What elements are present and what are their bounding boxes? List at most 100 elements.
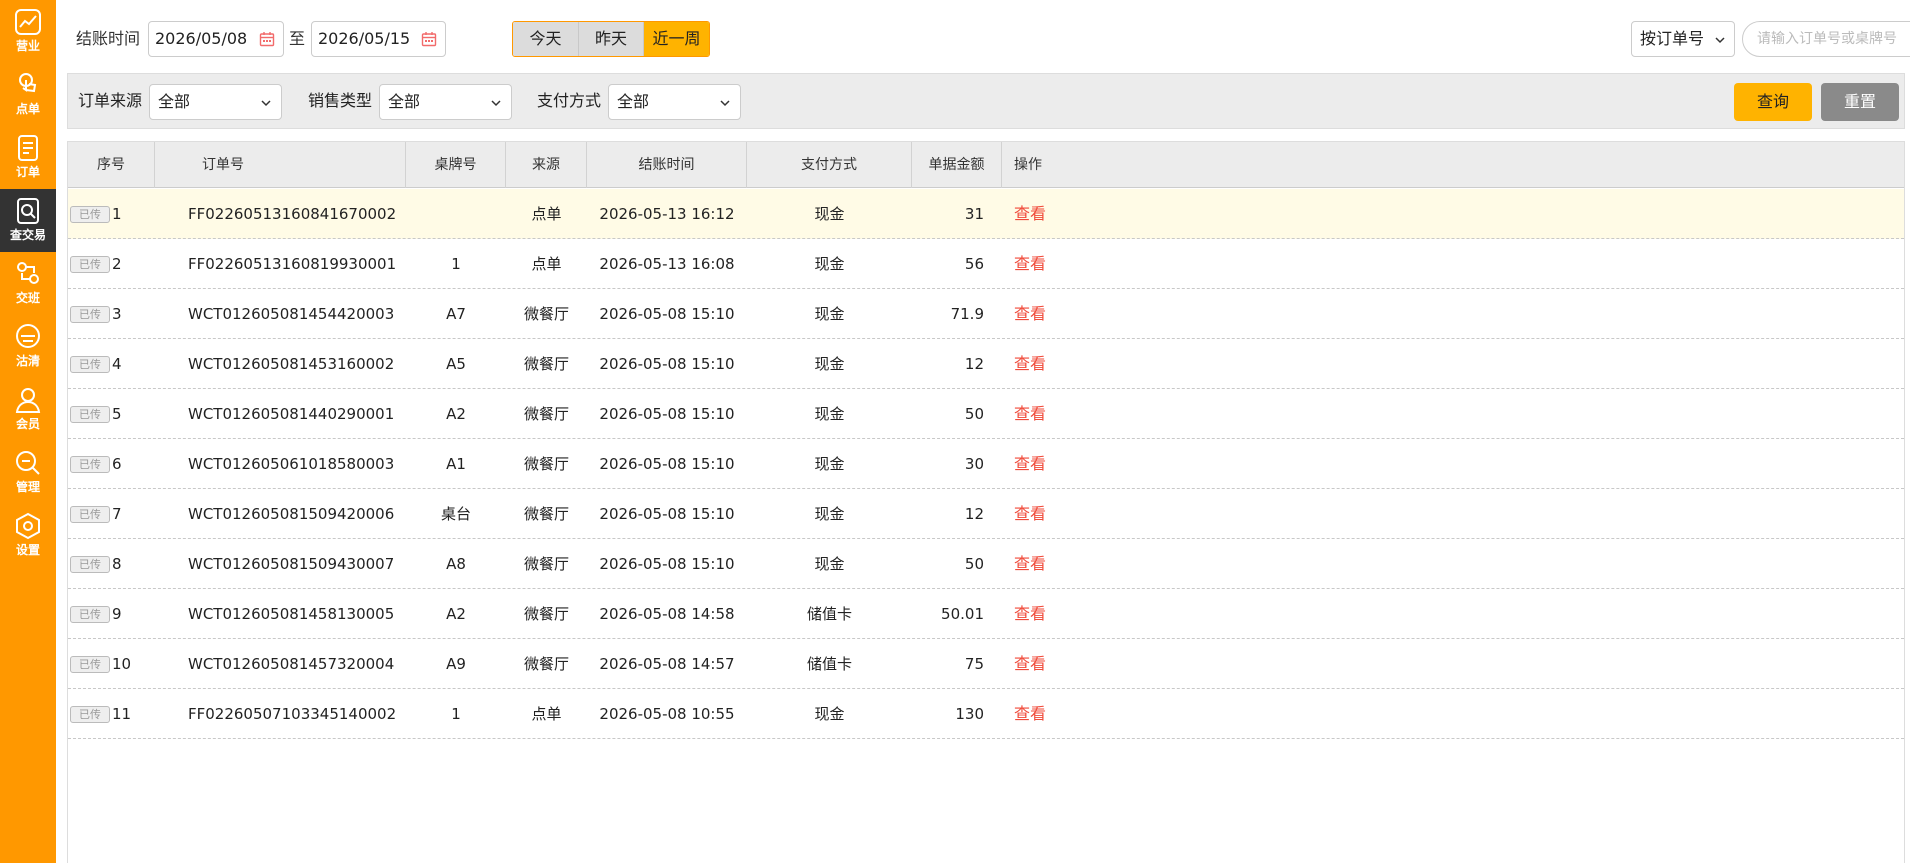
cell-payment-method: 现金 (814, 355, 845, 373)
cell-table-number (406, 189, 506, 239)
cell-order-number: WCT012605081454420003 (188, 305, 395, 323)
cell-payment-method: 现金 (814, 255, 845, 273)
cell-checkout-time: 2026-05-08 14:57 (599, 655, 735, 673)
cell-source: 微餐厅 (523, 455, 569, 473)
column-header-amount: 单据金额 (912, 142, 1002, 188)
cell-order-number: WCT012605081458130005 (188, 605, 395, 623)
cell-order-number: FF02260513160841670002 (188, 205, 397, 223)
toolbar: 结账时间 2026/05/08 至 2026/05/15 今天 昨天 近一周 按… (56, 0, 1910, 70)
reset-button[interactable]: 重置 (1821, 83, 1899, 121)
uploaded-badge: 已传 (70, 206, 110, 223)
view-link[interactable]: 查看 (1014, 639, 1046, 689)
search-placeholder: 请输入订单号或桌牌号 (1757, 31, 1897, 47)
sidebar-item-orders[interactable]: 订单 (0, 126, 56, 189)
sidebar-item-label: 订单 (15, 165, 40, 179)
sales-type-select[interactable]: 全部 (379, 84, 512, 120)
end-date-value: 2026/05/15 (318, 29, 411, 48)
cell-index: 1 (112, 205, 122, 223)
range-today-button[interactable]: 今天 (513, 22, 579, 56)
cell-table-number: A5 (446, 355, 466, 373)
table-row[interactable]: 已传 7 WCT012605081509420006 桌台 微餐厅 2026-05-08 … (68, 489, 1904, 539)
cell-table-number: A7 (446, 305, 466, 323)
search-type-select[interactable]: 按订单号 (1631, 21, 1735, 57)
table-row[interactable]: 已传 3 WCT012605081454420003 A7 微餐厅 2026-05-08 … (68, 289, 1904, 339)
view-link[interactable]: 查看 (1014, 439, 1046, 489)
view-link[interactable]: 查看 (1014, 339, 1046, 389)
search-input[interactable]: 请输入订单号或桌牌号 (1742, 21, 1910, 57)
uploaded-badge: 已传 (70, 706, 110, 723)
cell-source: 微餐厅 (523, 355, 569, 373)
view-link[interactable]: 查看 (1014, 589, 1046, 639)
view-link[interactable]: 查看 (1014, 289, 1046, 339)
cell-index: 7 (112, 505, 122, 523)
chevron-down-icon (261, 100, 271, 107)
sidebar-item-label: 营业 (15, 39, 40, 53)
table-row[interactable]: 已传 8 WCT012605081509430007 A8 微餐厅 2026-05-08 … (68, 539, 1904, 589)
cell-order-number: WCT012605081509420006 (188, 505, 395, 523)
cell-source: 微餐厅 (523, 555, 569, 573)
cell-source: 点单 (531, 705, 562, 723)
sidebar-item-transactions[interactable]: 查交易 (0, 189, 56, 252)
date-range-separator: 至 (289, 29, 306, 48)
table-row[interactable]: 已传 11 FF02260507103345140002 1 点单 2026-05-08 … (68, 689, 1904, 739)
sidebar-item-order-entry[interactable]: 点单 (0, 63, 56, 126)
cell-order-number: WCT012605081457320004 (188, 655, 395, 673)
cell-index: 5 (112, 405, 122, 423)
cell-index: 8 (112, 555, 122, 573)
view-link[interactable]: 查看 (1014, 689, 1046, 739)
order-source-select[interactable]: 全部 (149, 84, 282, 120)
table-row[interactable]: 已传 6 WCT012605061018580003 A1 微餐厅 2026-05-08 … (68, 439, 1904, 489)
table-row[interactable]: 已传 9 WCT012605081458130005 A2 微餐厅 2026-05-08 … (68, 589, 1904, 639)
search-type-value: 按订单号 (1640, 29, 1705, 48)
uploaded-badge: 已传 (70, 606, 110, 623)
document-icon (18, 135, 38, 161)
payment-method-select[interactable]: 全部 (608, 84, 741, 120)
table-row[interactable]: 已传 10 WCT012605081457320004 A9 微餐厅 2026-05-08… (68, 639, 1904, 689)
range-last-week-button[interactable]: 近一周 (644, 22, 709, 56)
uploaded-badge: 已传 (70, 456, 110, 473)
cell-checkout-time: 2026-05-08 15:10 (599, 305, 735, 323)
query-button[interactable]: 查询 (1734, 83, 1812, 121)
table-row[interactable]: 已传 5 WCT012605081440290001 A2 微餐厅 2026-05-08 … (68, 389, 1904, 439)
cell-index: 11 (112, 705, 132, 723)
column-header-table-number: 桌牌号 (406, 142, 506, 188)
cell-table-number: 桌台 (440, 505, 471, 523)
sidebar-item-handover[interactable]: 交班 (0, 252, 56, 315)
sidebar-item-business[interactable]: 营业 (0, 0, 56, 63)
cell-order-number: FF02260513160819930001 (188, 255, 397, 273)
start-date-value: 2026/05/08 (155, 29, 248, 48)
cell-source: 点单 (531, 205, 562, 223)
payment-method-label: 支付方式 (537, 91, 602, 110)
cell-index: 4 (112, 355, 122, 373)
cell-amount: 50 (964, 555, 984, 573)
range-yesterday-button[interactable]: 昨天 (579, 22, 644, 56)
sidebar-item-label: 会员 (15, 417, 40, 431)
chevron-down-icon (1715, 37, 1725, 44)
cell-table-number: A2 (446, 605, 466, 623)
cell-payment-method: 现金 (814, 455, 845, 473)
chevron-down-icon (491, 100, 501, 107)
checkout-time-label: 结账时间 (76, 29, 141, 48)
cell-index: 3 (112, 305, 122, 323)
view-link[interactable]: 查看 (1014, 239, 1046, 289)
sidebar-item-members[interactable]: 会员 (0, 378, 56, 441)
start-date-input[interactable]: 2026/05/08 (148, 21, 284, 57)
cell-checkout-time: 2026-05-08 15:10 (599, 355, 735, 373)
view-link[interactable]: 查看 (1014, 389, 1046, 439)
table-row[interactable]: 已传 1 FF02260513160841670002 点单 2026-05-13 16… (68, 189, 1904, 239)
cell-payment-method: 现金 (814, 555, 845, 573)
uploaded-badge: 已传 (70, 556, 110, 573)
view-link[interactable]: 查看 (1014, 539, 1046, 589)
view-link[interactable]: 查看 (1014, 189, 1046, 239)
sidebar-item-settings[interactable]: 设置 (0, 504, 56, 567)
sidebar-item-management[interactable]: 管理 (0, 441, 56, 504)
table-row[interactable]: 已传 4 WCT012605081453160002 A5 微餐厅 2026-05-08 … (68, 339, 1904, 389)
view-link[interactable]: 查看 (1014, 489, 1046, 539)
table-row[interactable]: 已传 2 FF02260513160819930001 1 点单 2026-05-13 1… (68, 239, 1904, 289)
end-date-input[interactable]: 2026/05/15 (311, 21, 446, 57)
cell-source: 点单 (531, 255, 562, 273)
cell-payment-method: 现金 (814, 305, 845, 323)
uploaded-badge: 已传 (70, 306, 110, 323)
cell-payment-method: 储值卡 (806, 655, 852, 673)
sidebar-item-sold-out[interactable]: 沽清 (0, 315, 56, 378)
